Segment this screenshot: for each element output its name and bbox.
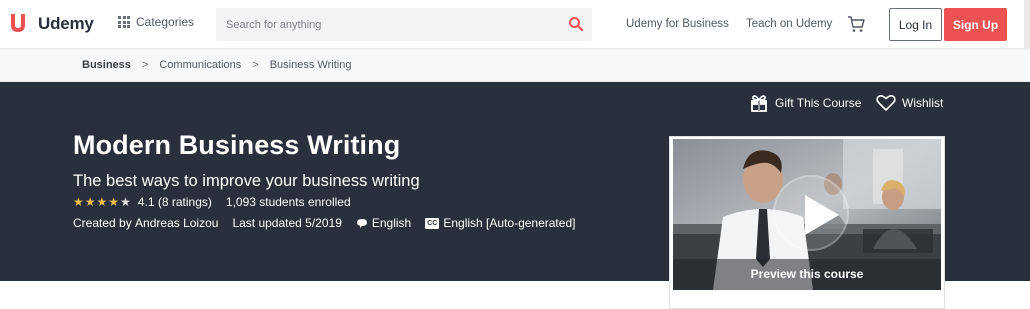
captions-value: English [Auto-generated] [443,216,576,230]
heart-icon [876,95,896,111]
udemy-u-icon [11,14,25,32]
rating-count: (8 ratings) [157,195,212,209]
closed-captions-icon: CC [425,217,440,229]
breadcrumb-item-communications[interactable]: Communications [159,59,241,71]
logo-text: Udemy [38,14,94,33]
gift-label: Gift This Course [775,96,862,110]
play-button[interactable] [773,175,849,251]
wishlist-label: Wishlist [902,96,944,110]
enrolled-count: 1,093 students enrolled [225,195,351,209]
instructor-link[interactable]: Andreas Loizou [135,216,218,230]
signup-button[interactable]: Sign Up [944,8,1007,41]
breadcrumb-item-business-writing[interactable]: Business Writing [270,59,352,71]
course-subtitle: The best ways to improve your business w… [73,172,420,190]
course-preview-video[interactable]: Preview this course [673,139,941,290]
gift-icon [751,95,767,112]
star-icon: ★ [108,195,120,209]
course-meta: Created by Andreas Loizou Last updated 5… [73,216,575,230]
search-icon[interactable] [568,16,584,32]
star-empty-icon: ★ [120,195,131,209]
last-updated: Last updated 5/2019 [232,216,342,230]
page-body [0,281,669,309]
star-icon: ★ [84,195,96,209]
language-info: English [356,216,411,230]
grid-icon [118,16,130,28]
breadcrumb-item-business[interactable]: Business [82,59,131,71]
rating-summary[interactable]: 4.1 (8 ratings) [138,195,212,209]
login-button[interactable]: Log In [889,8,942,41]
breadcrumb-separator: > [141,59,149,71]
captions-info: CC English [Auto-generated] [425,216,575,230]
preview-label: Preview this course [750,267,864,281]
gift-course-button[interactable]: Gift This Course [749,94,861,112]
udemy-logo[interactable]: Udemy [8,11,94,37]
breadcrumb-separator: > [252,59,259,71]
categories-menu[interactable]: Categories [118,15,194,29]
speech-bubble-icon [356,218,367,228]
course-title: Modern Business Writing [73,130,401,160]
scrollbar[interactable] [1024,0,1030,49]
star-icon: ★ [73,195,84,209]
rating-row: ★ ★ ★ ★ ★ 4.1 (8 ratings) 1,093 students… [73,195,351,209]
play-icon [805,195,839,235]
teach-on-udemy-link[interactable]: Teach on Udemy [746,18,832,30]
created-by-label: Created by [73,216,132,230]
star-rating: ★ ★ ★ ★ ★ [73,196,132,208]
language-value: English [371,216,412,230]
top-navbar: Udemy Categories Udemy for Business Teac… [0,0,1030,49]
search-input[interactable] [216,8,556,41]
shopping-cart-icon[interactable] [847,15,865,33]
categories-label: Categories [136,15,195,29]
course-preview-card: Preview this course [669,136,945,309]
wishlist-button[interactable]: Wishlist [876,94,943,112]
breadcrumb: Business > Communications > Business Wri… [0,50,1030,82]
search-bar [216,8,592,41]
star-icon: ★ [96,195,108,209]
udemy-for-business-link[interactable]: Udemy for Business [626,18,729,30]
rating-value: 4.1 [137,195,155,209]
